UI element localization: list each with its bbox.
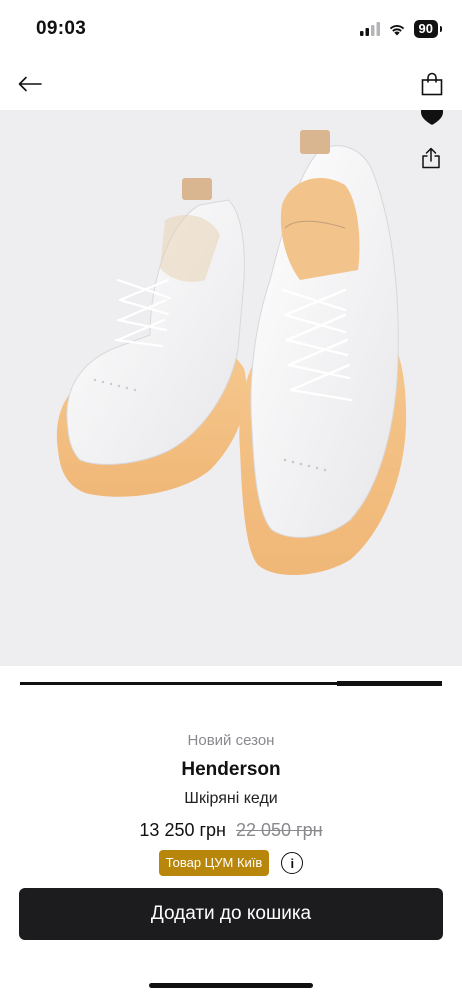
price-row: 13 250 грн 22 050 грн	[0, 818, 462, 842]
arrow-left-icon	[18, 76, 42, 92]
share-button[interactable]	[416, 142, 446, 174]
gallery-progress-thumb	[336, 681, 442, 686]
cart-button[interactable]	[416, 68, 448, 100]
heart-icon	[421, 110, 443, 125]
season-label: Новий сезон	[187, 732, 275, 749]
back-sneaker	[56, 178, 247, 497]
product-description: Шкіряні кеди	[184, 790, 278, 807]
gallery-progress-bar	[20, 681, 442, 686]
favorite-button[interactable]	[416, 110, 448, 130]
info-icon[interactable]: i	[281, 852, 304, 874]
home-indicator	[149, 983, 313, 988]
badge-row: Товар ЦУМ Київ i	[0, 850, 462, 876]
product-info: Новий сезон Henderson Шкіряні кеди 13 25…	[0, 730, 462, 876]
status-icons: 90	[359, 20, 443, 38]
wifi-icon	[389, 25, 404, 36]
product-image	[56, 130, 407, 576]
brand-name[interactable]: Henderson	[0, 758, 462, 782]
share-icon	[422, 147, 440, 169]
status-time: 09:03	[36, 18, 87, 39]
battery-indicator: 90	[413, 20, 443, 38]
old-price: 22 050 грн	[236, 820, 323, 840]
front-sneaker	[239, 130, 407, 576]
current-price: 13 250 грн	[139, 820, 226, 840]
nav-bar	[0, 62, 462, 106]
product-image-gallery[interactable]	[0, 110, 462, 666]
add-to-cart-button[interactable]: Додати до кошика	[19, 888, 443, 940]
store-badge: Товар ЦУМ Київ	[158, 850, 270, 876]
back-button[interactable]	[14, 68, 46, 100]
shopping-bag-icon	[421, 72, 443, 96]
signal-icon	[359, 22, 380, 36]
status-bar: 09:03 90	[0, 0, 462, 60]
